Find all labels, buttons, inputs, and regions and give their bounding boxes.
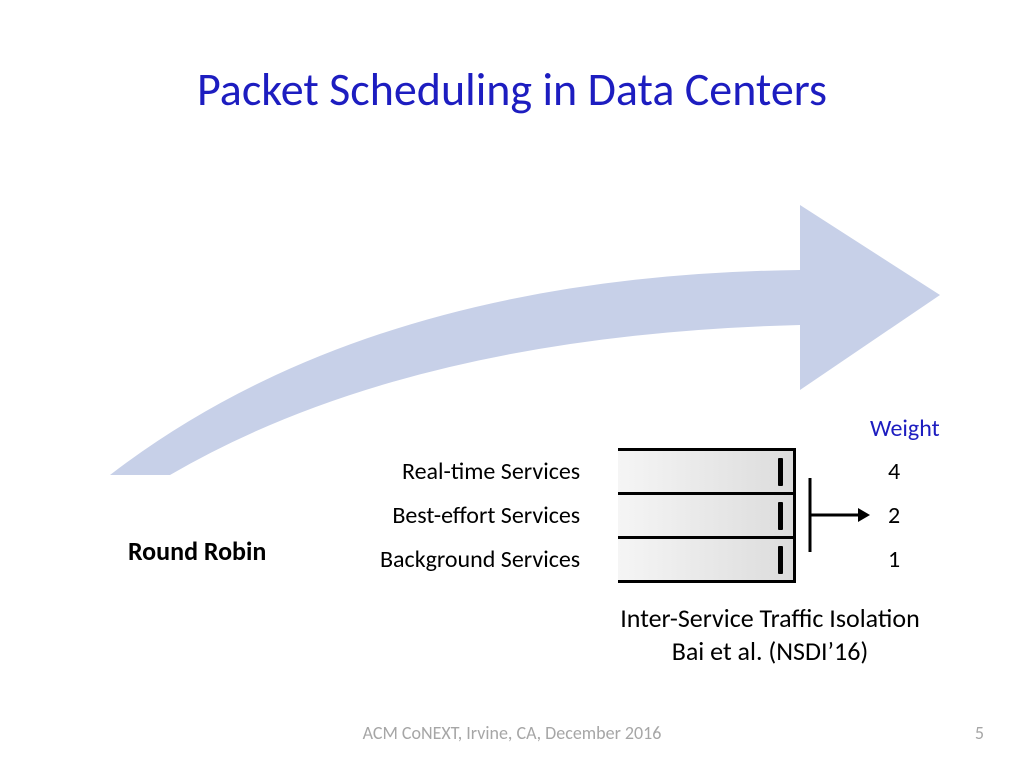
packet-icon <box>778 546 783 574</box>
weight-value: 2 <box>888 494 900 538</box>
weight-values: 4 2 1 <box>888 450 900 582</box>
service-label: Background Services <box>380 538 580 582</box>
service-label: Best-effort Services <box>380 494 580 538</box>
weight-value: 1 <box>888 538 900 582</box>
output-arrow-icon <box>800 478 870 552</box>
page-number: 5 <box>975 722 984 744</box>
queue-row <box>618 451 796 495</box>
slide: Packet Scheduling in Data Centers Round … <box>0 0 1024 768</box>
caption-line: Bai et al. (NSDI’16) <box>560 635 980 668</box>
caption: Inter-Service Traffic Isolation Bai et a… <box>560 602 980 667</box>
footer-venue: ACM CoNEXT, Irvine, CA, December 2016 <box>0 722 1024 744</box>
queue-row <box>618 495 796 539</box>
queue-stack <box>618 448 796 582</box>
packet-icon <box>778 458 783 486</box>
packet-icon <box>778 502 783 530</box>
weight-header: Weight <box>870 414 940 443</box>
curved-arrow-icon <box>110 175 940 475</box>
weight-value: 4 <box>888 450 900 494</box>
slide-title: Packet Scheduling in Data Centers <box>0 62 1024 118</box>
service-labels: Real-time Services Best-effort Services … <box>380 450 580 582</box>
queue-row <box>618 539 796 583</box>
service-label: Real-time Services <box>380 450 580 494</box>
caption-line: Inter-Service Traffic Isolation <box>560 602 980 635</box>
round-robin-label: Round Robin <box>128 535 266 567</box>
